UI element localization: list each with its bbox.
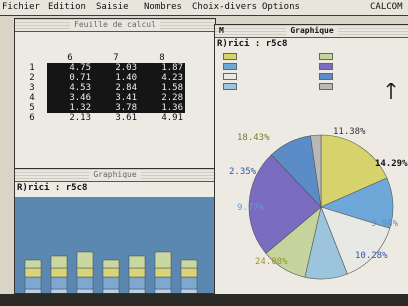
table-cell[interactable]: 1.36 (139, 103, 185, 113)
legend-swatch (319, 53, 333, 60)
spreadsheet-grid: 6 7 8 1 4.75 2.03 1.87 2 0.71 1.40 4.23 … (17, 53, 185, 123)
row-header[interactable]: 1 (17, 63, 47, 73)
menu-saisie[interactable]: Saisie (96, 0, 129, 15)
table-cell[interactable]: 0.71 (47, 73, 93, 83)
menu-options[interactable]: Options (262, 0, 300, 15)
menu-edition[interactable]: Edition (48, 0, 86, 15)
row-header[interactable]: 2 (17, 73, 47, 83)
bar-segment (50, 267, 68, 278)
column-header-row: 6 7 8 (17, 53, 185, 63)
table-cell[interactable]: 1.87 (139, 63, 185, 73)
bar-segment (154, 251, 172, 269)
graph-window-right: M Graphique R)rici : r5c8 18.43% 11.38% … (214, 24, 408, 296)
table-row: 3 4.53 2.84 1.58 (17, 83, 185, 93)
bar-segment (128, 255, 146, 269)
bar-segment (102, 259, 120, 269)
bar-segment (180, 276, 198, 290)
table-cell[interactable]: 4.91 (139, 113, 185, 123)
legend-swatch (223, 63, 237, 70)
legend-swatch (223, 83, 237, 90)
spreadsheet-window: Feuille de calcul 6 7 8 1 4.75 2.03 1.87… (14, 18, 216, 180)
table-cell[interactable]: 1.40 (93, 73, 139, 83)
bar-segment (24, 276, 42, 290)
table-cell[interactable]: 3.41 (93, 93, 139, 103)
menu-calcom[interactable]: CALCOM (370, 0, 403, 15)
bar-segment (102, 276, 120, 290)
table-cell[interactable]: 2.13 (47, 113, 93, 123)
table-row: 2 0.71 1.40 4.23 (17, 73, 185, 83)
bar-chart (24, 251, 198, 293)
menu-choix-divers[interactable]: Choix-divers (192, 0, 257, 15)
table-row: 1 4.75 2.03 1.87 (17, 63, 185, 73)
pie-label: 24.08% (255, 257, 288, 267)
bar-segment (50, 276, 68, 290)
bar-segment (76, 276, 94, 290)
bar-segment (128, 267, 146, 278)
table-cell[interactable]: 2.84 (93, 83, 139, 93)
legend-swatch (319, 83, 333, 90)
pie-label: 9.58% (371, 219, 399, 229)
graph-left-title: Graphique (89, 170, 141, 179)
pie-label: 10.28% (355, 251, 388, 261)
menu-fichier[interactable]: Fichier (2, 0, 40, 15)
table-cell[interactable]: 3.61 (93, 113, 139, 123)
graph-left-title-bar[interactable]: Graphique (15, 169, 215, 182)
bar-segment (128, 276, 146, 290)
bar-segment (24, 259, 42, 269)
legend (219, 53, 339, 123)
bar-segment (76, 267, 94, 278)
bar-segment (154, 267, 172, 278)
bar-chart-area (15, 197, 215, 293)
spreadsheet-title-bar[interactable]: Feuille de calcul (15, 19, 215, 32)
pie-label: 14.29% (375, 159, 408, 169)
bar-segment (154, 276, 172, 290)
pie-label: 18.43% (237, 133, 270, 143)
table-row: 6 2.13 3.61 4.91 (17, 113, 185, 123)
row-header[interactable]: 5 (17, 103, 47, 113)
graph-window-left: Graphique R)rici : r5c8 (14, 168, 216, 294)
table-cell[interactable]: 3.78 (93, 103, 139, 113)
bar-segment (76, 251, 94, 269)
row-header[interactable]: 4 (17, 93, 47, 103)
spreadsheet-title: Feuille de calcul (70, 20, 160, 29)
legend-swatch (319, 73, 333, 80)
graph-right-title-bar[interactable]: M Graphique (215, 25, 408, 38)
legend-swatch (319, 63, 333, 70)
bar-segment (50, 255, 68, 269)
table-cell[interactable]: 4.53 (47, 83, 93, 93)
table-row: 5 1.32 3.78 1.36 (17, 103, 185, 113)
table-cell[interactable]: 2.03 (93, 63, 139, 73)
table-cell[interactable]: 4.75 (47, 63, 93, 73)
cell-reference: R)rici : r5c8 (17, 183, 88, 193)
screen-bezel (0, 294, 408, 306)
graph-right-title: Graphique (286, 26, 338, 35)
pie-label: 11.38% (333, 127, 366, 137)
menu-bar: Fichier Edition Saisie Nombres Choix-div… (0, 0, 408, 16)
table-cell[interactable]: 1.58 (139, 83, 185, 93)
table-row: 4 3.46 3.41 2.28 (17, 93, 185, 103)
pie-label: 9.77% (237, 203, 265, 213)
bar-segment (24, 267, 42, 278)
legend-swatch (223, 53, 237, 60)
row-header[interactable]: 3 (17, 83, 47, 93)
window-marker[interactable]: M (219, 25, 224, 37)
bar-segment (102, 267, 120, 278)
column-header[interactable]: 6 (47, 53, 93, 63)
bar-segment (180, 267, 198, 278)
column-header[interactable]: 8 (139, 53, 185, 63)
menu-nombres[interactable]: Nombres (144, 0, 182, 15)
table-cell[interactable]: 1.32 (47, 103, 93, 113)
table-cell[interactable]: 4.23 (139, 73, 185, 83)
screen: Fichier Edition Saisie Nombres Choix-div… (0, 0, 408, 306)
column-header[interactable]: 7 (93, 53, 139, 63)
legend-swatch (223, 73, 237, 80)
mouse-cursor-icon (386, 83, 396, 99)
bar-segment (180, 259, 198, 269)
cell-reference: R)rici : r5c8 (217, 39, 288, 49)
table-cell[interactable]: 3.46 (47, 93, 93, 103)
pie-label: 2.35% (229, 167, 257, 177)
table-cell[interactable]: 2.28 (139, 93, 185, 103)
row-header[interactable]: 6 (17, 113, 47, 123)
